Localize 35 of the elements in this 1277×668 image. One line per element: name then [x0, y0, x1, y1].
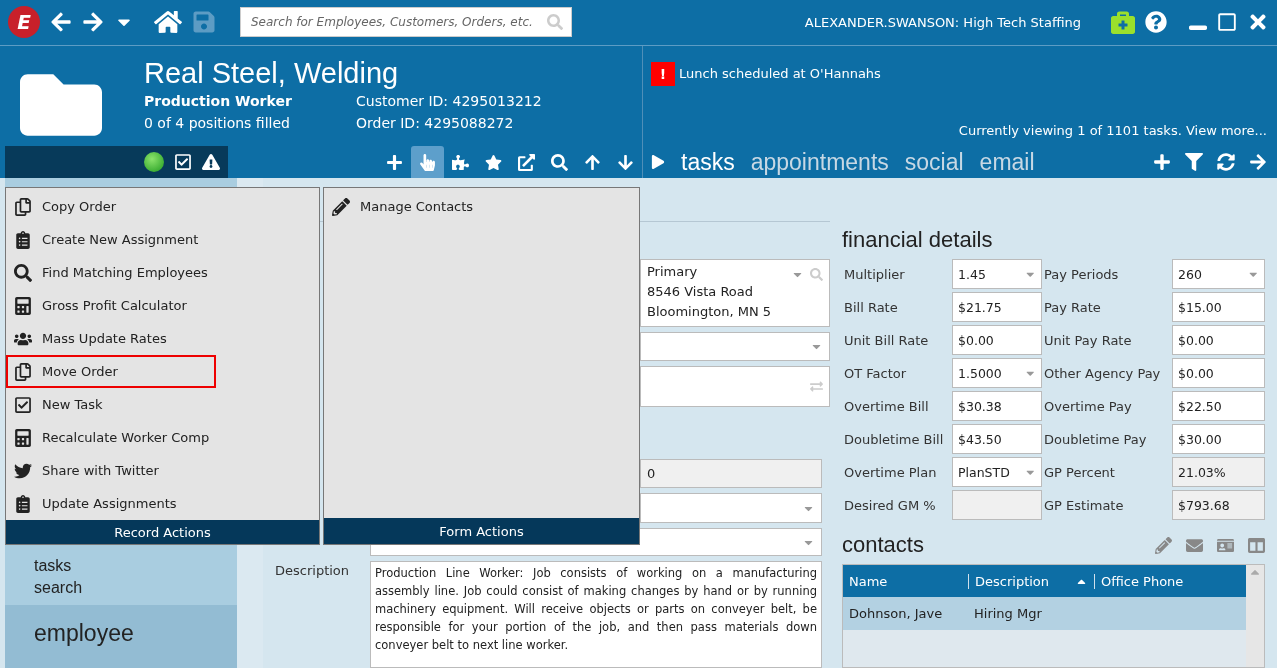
field-label: Overtime Pay: [1043, 398, 1133, 414]
field-label: Overtime Plan: [843, 464, 938, 480]
address-line: 8546 Vista Road: [647, 283, 755, 301]
position-title: Production Worker: [144, 91, 293, 111]
field-label: Doubletime Pay: [1043, 431, 1148, 447]
table-cell-text: Hiring Mgr: [973, 606, 1043, 621]
field-label: GP Percent: [1043, 464, 1116, 480]
field-label: Other Agency Pay: [1043, 365, 1162, 381]
alert-badge: !: [651, 61, 675, 86]
section-title: financial details: [842, 227, 994, 253]
field-label: OT Factor: [843, 365, 908, 381]
customer-id: Customer ID: 4295013212: [356, 91, 542, 111]
field-label: Multiplier: [843, 266, 906, 282]
table-cell-text: Dohnson, Jave: [848, 606, 944, 621]
field-label: Overtime Bill: [843, 398, 930, 414]
order-id: Order ID: 4295088272: [356, 113, 515, 133]
field-label: Bill Rate: [843, 299, 899, 315]
address-line: Primary: [647, 263, 699, 281]
field-label: GP Estimate: [1043, 497, 1125, 513]
record-title: Real Steel, Welding: [144, 55, 400, 90]
field-label: Desired GM %: [843, 497, 937, 513]
field-label: Unit Pay Rate: [1043, 332, 1133, 348]
user-name: ALEXANDER.SWANSON: High Tech Staffing: [804, 14, 1081, 30]
menu-title: Record Actions: [6, 520, 319, 544]
field-label: Pay Periods: [1043, 266, 1120, 282]
input-field: 21.03%: [1172, 457, 1265, 487]
field-label: Unit Bill Rate: [843, 332, 930, 348]
input-field: $793.68: [1172, 490, 1265, 520]
field-label: Doubletime Bill: [843, 431, 945, 447]
positions-filled: 0 of 4 positions filled: [144, 113, 291, 133]
menu-title: Form Actions: [324, 518, 639, 544]
address-line: Bloomington, MN 5: [647, 303, 773, 321]
section-title: contacts: [842, 532, 924, 558]
field-label: Pay Rate: [1043, 299, 1102, 315]
field-label: Description: [274, 562, 351, 580]
